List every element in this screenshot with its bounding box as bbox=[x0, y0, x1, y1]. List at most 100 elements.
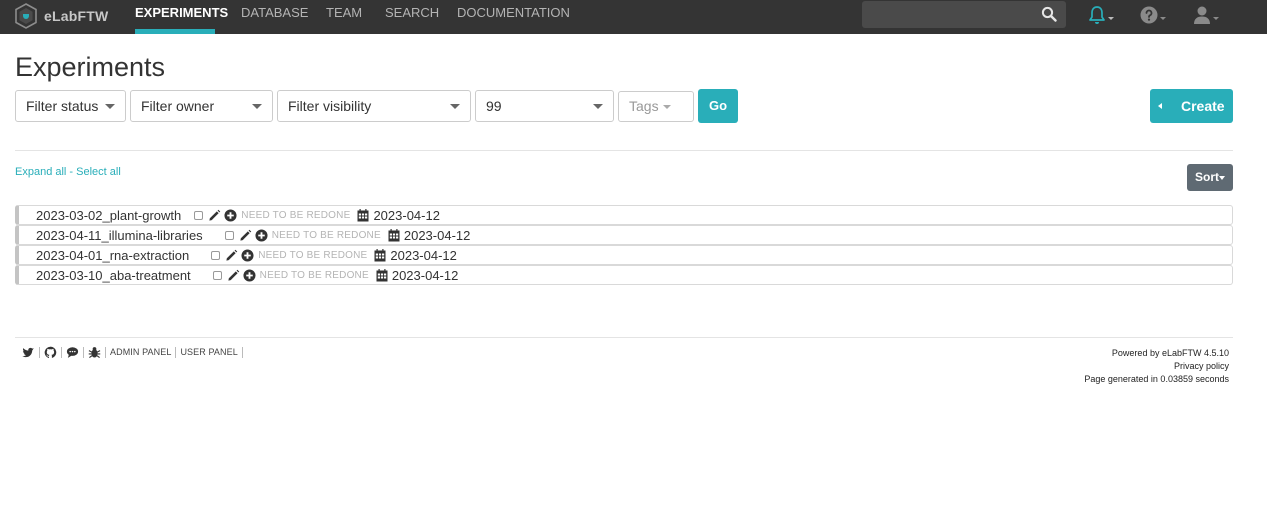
list-item[interactable]: 2023-04-11_illumina-libraries NEED TO BE… bbox=[15, 225, 1233, 245]
select-checkbox[interactable] bbox=[194, 210, 204, 220]
experiment-date: 2023-04-12 bbox=[373, 207, 440, 223]
experiment-date: 2023-04-12 bbox=[390, 247, 457, 263]
separator bbox=[83, 346, 84, 358]
user-panel-link[interactable]: USER PANEL bbox=[180, 347, 237, 357]
experiment-title[interactable]: 2023-03-10_aba-treatment bbox=[36, 268, 191, 283]
user-menu[interactable] bbox=[1193, 4, 1219, 26]
chevron-down-icon bbox=[662, 105, 671, 110]
admin-panel-link[interactable]: ADMIN PANEL bbox=[110, 347, 171, 357]
separator bbox=[39, 346, 40, 358]
chevron-down-icon bbox=[1108, 16, 1114, 20]
divider bbox=[15, 150, 1233, 151]
twitter-icon[interactable] bbox=[22, 346, 35, 359]
sort-button[interactable]: Sort bbox=[1187, 164, 1233, 191]
bell-icon bbox=[1089, 6, 1105, 24]
footer-divider bbox=[15, 337, 1233, 338]
help-menu[interactable] bbox=[1140, 4, 1166, 26]
tags-select[interactable]: Tags bbox=[618, 91, 694, 122]
active-tab-indicator bbox=[135, 29, 215, 34]
separator bbox=[105, 346, 106, 358]
elabftw-version-link[interactable]: eLabFTW 4.5.10 bbox=[1162, 348, 1229, 358]
edit-icon[interactable] bbox=[225, 249, 238, 262]
edit-icon[interactable] bbox=[227, 269, 240, 282]
privacy-policy-link[interactable]: Privacy policy bbox=[1084, 360, 1229, 373]
chevron-down-icon bbox=[450, 104, 460, 109]
powered-by-text: Powered by bbox=[1111, 348, 1162, 358]
filter-status-value: Filter status bbox=[26, 98, 99, 114]
filter-visibility-select[interactable]: Filter visibility bbox=[277, 90, 471, 122]
powered-by: Powered by eLabFTW 4.5.10 bbox=[1084, 347, 1229, 360]
plus-circle-icon[interactable] bbox=[255, 228, 268, 242]
plus-circle-icon[interactable] bbox=[241, 248, 254, 262]
quick-search-input[interactable] bbox=[862, 1, 1066, 28]
status-badge: NEED TO BE REDONE bbox=[259, 269, 369, 281]
plus-circle-icon[interactable] bbox=[224, 208, 237, 222]
bulk-separator: - bbox=[66, 166, 77, 178]
filter-owner-select[interactable]: Filter owner bbox=[130, 90, 273, 122]
brand[interactable]: eLabFTW bbox=[14, 2, 108, 30]
brand-name: eLabFTW bbox=[44, 8, 109, 24]
chevron-down-icon bbox=[105, 104, 115, 109]
select-checkbox[interactable] bbox=[212, 270, 222, 280]
footer-links: ADMIN PANEL USER PANEL bbox=[22, 345, 247, 359]
edit-icon[interactable] bbox=[208, 209, 221, 222]
experiment-title[interactable]: 2023-04-11_illumina-libraries bbox=[36, 228, 203, 243]
expand-all-link[interactable]: Expand all bbox=[15, 166, 66, 178]
experiment-date: 2023-04-12 bbox=[403, 227, 471, 243]
calendar-icon bbox=[388, 228, 400, 241]
filter-visibility-value: Filter visibility bbox=[288, 98, 372, 114]
nav-search[interactable]: SEARCH bbox=[385, 0, 439, 34]
bulk-actions: Expand all - Select all bbox=[15, 166, 121, 178]
edit-icon[interactable] bbox=[239, 229, 252, 242]
status-badge: NEED TO BE REDONE bbox=[258, 249, 368, 261]
experiment-date: 2023-04-12 bbox=[391, 267, 459, 283]
chevron-down-icon bbox=[593, 104, 603, 109]
nav-team[interactable]: TEAM bbox=[326, 0, 362, 34]
page-title: Experiments bbox=[15, 52, 166, 82]
chevron-down-icon bbox=[1160, 16, 1166, 20]
github-icon[interactable] bbox=[44, 346, 57, 359]
status-badge: NEED TO BE REDONE bbox=[241, 209, 351, 221]
list-item[interactable]: 2023-03-10_aba-treatment NEED TO BE REDO… bbox=[15, 265, 1233, 285]
experiment-title[interactable]: 2023-04-01_rna-extraction bbox=[36, 248, 189, 263]
select-checkbox[interactable] bbox=[211, 250, 221, 260]
chevron-down-icon bbox=[1213, 16, 1219, 20]
list-item[interactable]: 2023-04-01_rna-extraction NEED TO BE RED… bbox=[15, 245, 1233, 265]
top-navbar: eLabFTW EXPERIMENTS DATABASE TEAM SEARCH… bbox=[0, 0, 1267, 34]
notifications-menu[interactable] bbox=[1088, 4, 1114, 26]
chat-icon[interactable] bbox=[66, 346, 79, 359]
limit-select[interactable]: 99 bbox=[475, 90, 614, 122]
plus-circle-icon[interactable] bbox=[243, 268, 256, 282]
separator bbox=[241, 346, 243, 358]
status-badge: NEED TO BE REDONE bbox=[271, 229, 381, 241]
create-button[interactable]: Create bbox=[1150, 89, 1233, 123]
select-checkbox[interactable] bbox=[224, 230, 234, 240]
nav-documentation[interactable]: DOCUMENTATION bbox=[457, 0, 570, 34]
chevron-down-icon bbox=[1219, 176, 1225, 180]
calendar-icon bbox=[376, 268, 388, 281]
tags-placeholder: Tags bbox=[629, 98, 659, 114]
bug-icon[interactable] bbox=[88, 346, 101, 359]
calendar-icon bbox=[374, 248, 386, 261]
separator bbox=[61, 346, 62, 358]
go-button[interactable]: Go bbox=[698, 89, 738, 123]
caret-left-icon bbox=[1158, 103, 1162, 109]
footer-info: Powered by eLabFTW 4.5.10 Privacy policy… bbox=[1084, 347, 1229, 386]
nav-database[interactable]: DATABASE bbox=[241, 0, 308, 34]
select-all-link[interactable]: Select all bbox=[76, 166, 121, 178]
experiment-title[interactable]: 2023-03-02_plant-growth bbox=[36, 208, 181, 223]
create-label: Create bbox=[1181, 98, 1225, 114]
calendar-icon bbox=[357, 208, 369, 221]
help-icon bbox=[1140, 6, 1158, 24]
list-item[interactable]: 2023-03-02_plant-growth NEED TO BE REDON… bbox=[15, 205, 1233, 225]
sort-label: Sort bbox=[1195, 170, 1219, 184]
user-icon bbox=[1194, 6, 1210, 24]
search-icon[interactable] bbox=[1041, 6, 1057, 22]
chevron-down-icon bbox=[252, 104, 262, 109]
hexagon-logo-icon bbox=[15, 3, 37, 29]
experiment-list: 2023-03-02_plant-growth NEED TO BE REDON… bbox=[15, 205, 1233, 285]
separator bbox=[175, 346, 177, 358]
page-generated-time: Page generated in 0.03859 seconds bbox=[1084, 374, 1229, 384]
filter-status-select[interactable]: Filter status bbox=[15, 90, 126, 122]
filter-owner-value: Filter owner bbox=[141, 98, 215, 114]
